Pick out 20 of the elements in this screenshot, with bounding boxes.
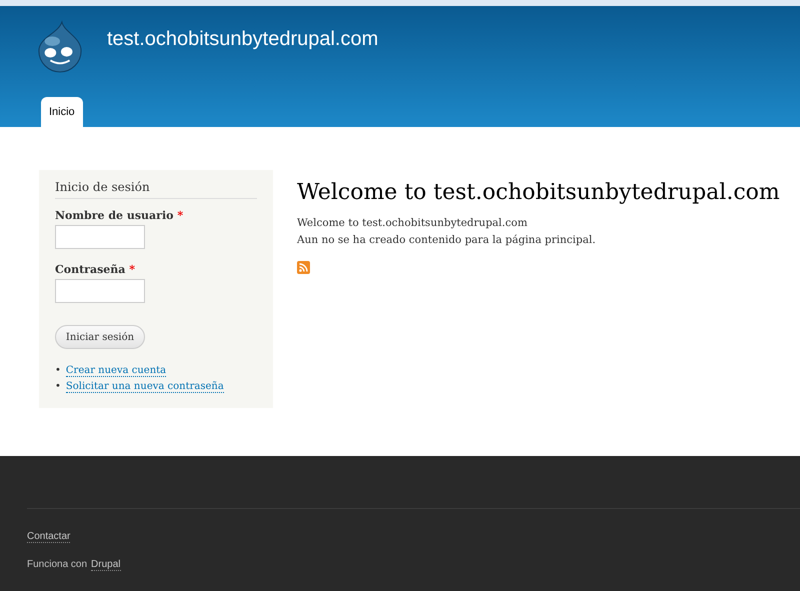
rss-feed-icon[interactable] xyxy=(297,261,310,274)
body-text: Aun no se ha creado contenido para la página principal. xyxy=(297,233,597,248)
login-button[interactable]: Iniciar sesión xyxy=(55,325,145,349)
input-field[interactable] xyxy=(55,279,145,303)
footer-link[interactable]: Contactar xyxy=(27,531,70,543)
drupal-link[interactable]: Drupal xyxy=(91,559,121,571)
block-title: Inicio de sesión xyxy=(55,180,257,199)
input-field[interactable] xyxy=(55,225,145,249)
drop-logo-icon xyxy=(37,20,83,74)
field-label: Contraseña * xyxy=(55,263,136,276)
field-label: Nombre de usuario * xyxy=(55,209,184,222)
site-name[interactable]: test.ochobitsunbytedrupal.com xyxy=(107,28,378,51)
bullet: • xyxy=(55,365,61,376)
bullet: • xyxy=(55,381,61,392)
page-title: Welcome to test.ochobitsunbytedrupal.com xyxy=(297,180,780,205)
account-link[interactable]: Solicitar una nueva contraseña xyxy=(66,381,224,393)
credit-text: Funciona con xyxy=(27,559,88,571)
nav-tab[interactable]: Inicio xyxy=(41,97,83,127)
body-text: Welcome to test.ochobitsunbytedrupal.com xyxy=(297,216,528,231)
account-link[interactable]: Crear nueva cuenta xyxy=(66,365,166,377)
